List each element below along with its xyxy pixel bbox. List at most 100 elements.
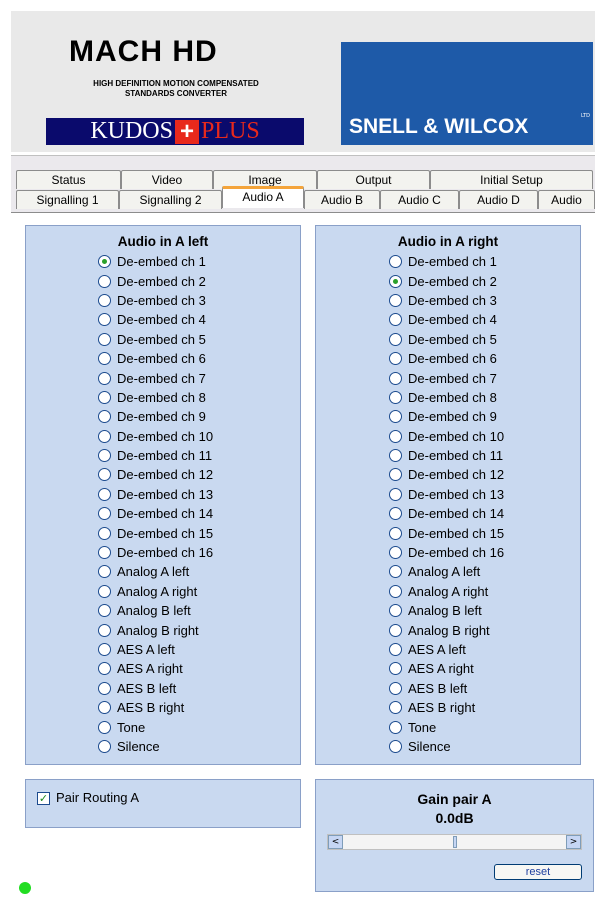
audio-right-option[interactable]: De-embed ch 15 xyxy=(389,523,504,542)
audio-left-option[interactable]: Analog B right xyxy=(98,620,213,639)
radio-button-icon[interactable] xyxy=(98,507,111,521)
audio-left-option[interactable]: Analog B left xyxy=(98,601,213,620)
audio-right-option[interactable]: Analog B left xyxy=(389,601,504,620)
radio-button-icon[interactable] xyxy=(98,526,111,540)
audio-right-option[interactable]: AES A right xyxy=(389,659,504,678)
audio-right-option[interactable]: Analog B right xyxy=(389,620,504,639)
audio-left-option[interactable]: AES B left xyxy=(98,679,213,698)
pair-routing-checkbox[interactable]: ✓ xyxy=(37,792,50,805)
audio-left-option[interactable]: De-embed ch 8 xyxy=(98,388,213,407)
radio-button-icon[interactable] xyxy=(389,739,402,753)
audio-right-option[interactable]: De-embed ch 10 xyxy=(389,427,504,446)
radio-button-icon[interactable] xyxy=(98,701,111,715)
audio-left-option[interactable]: De-embed ch 15 xyxy=(98,523,213,542)
audio-right-option[interactable]: De-embed ch 8 xyxy=(389,388,504,407)
audio-right-option[interactable]: De-embed ch 3 xyxy=(389,291,504,310)
audio-right-option[interactable]: AES B right xyxy=(389,698,504,717)
audio-left-option[interactable]: AES A right xyxy=(98,659,213,678)
slider-left-arrow-icon[interactable]: < xyxy=(328,835,343,849)
radio-button-icon[interactable] xyxy=(389,507,402,521)
audio-right-option[interactable]: De-embed ch 14 xyxy=(389,504,504,523)
radio-button-icon[interactable] xyxy=(98,739,111,753)
radio-button-icon[interactable] xyxy=(98,623,111,637)
radio-button-icon[interactable] xyxy=(389,487,402,501)
audio-right-option[interactable]: Analog A right xyxy=(389,582,504,601)
audio-right-option[interactable]: De-embed ch 7 xyxy=(389,368,504,387)
audio-left-option[interactable]: De-embed ch 6 xyxy=(98,349,213,368)
radio-button-icon[interactable] xyxy=(98,565,111,579)
radio-button-icon[interactable] xyxy=(98,584,111,598)
slider-thumb[interactable] xyxy=(453,836,457,848)
radio-button-icon[interactable] xyxy=(98,720,111,734)
radio-button-icon[interactable] xyxy=(389,662,402,676)
radio-button-icon[interactable] xyxy=(389,429,402,443)
radio-button-icon[interactable] xyxy=(98,332,111,346)
radio-button-icon[interactable] xyxy=(389,681,402,695)
tab-initial-setup[interactable]: Initial Setup xyxy=(430,170,593,189)
radio-button-icon[interactable] xyxy=(389,701,402,715)
radio-button-icon[interactable] xyxy=(98,643,111,656)
audio-right-option[interactable]: De-embed ch 16 xyxy=(389,543,504,562)
radio-button-icon[interactable] xyxy=(389,352,402,366)
audio-right-option[interactable]: De-embed ch 11 xyxy=(389,446,504,465)
audio-left-option[interactable]: AES A left xyxy=(98,640,213,659)
audio-left-option[interactable]: Analog A right xyxy=(98,582,213,601)
audio-right-option[interactable]: De-embed ch 13 xyxy=(389,485,504,504)
radio-button-icon[interactable] xyxy=(98,352,111,366)
radio-button-icon[interactable] xyxy=(98,293,111,307)
audio-left-option[interactable]: De-embed ch 14 xyxy=(98,504,213,523)
audio-right-option[interactable]: De-embed ch 12 xyxy=(389,465,504,484)
audio-left-option[interactable]: De-embed ch 13 xyxy=(98,485,213,504)
radio-button-icon[interactable] xyxy=(98,546,111,560)
radio-button-icon[interactable] xyxy=(98,390,111,404)
radio-button-icon[interactable] xyxy=(98,410,111,424)
radio-button-icon[interactable] xyxy=(389,526,402,540)
audio-left-option[interactable]: De-embed ch 7 xyxy=(98,368,213,387)
radio-button-icon[interactable] xyxy=(389,468,402,482)
radio-button-icon[interactable] xyxy=(98,313,111,327)
radio-button-icon[interactable] xyxy=(389,720,402,734)
radio-button-icon[interactable] xyxy=(389,371,402,385)
audio-left-option[interactable]: De-embed ch 16 xyxy=(98,543,213,562)
audio-left-option[interactable]: De-embed ch 3 xyxy=(98,291,213,310)
radio-button-icon[interactable] xyxy=(389,584,402,598)
audio-right-option[interactable]: AES A left xyxy=(389,640,504,659)
audio-left-option[interactable]: Tone xyxy=(98,717,213,736)
radio-button-icon[interactable] xyxy=(98,468,111,482)
audio-left-option[interactable]: De-embed ch 2 xyxy=(98,271,213,290)
audio-left-option[interactable]: De-embed ch 11 xyxy=(98,446,213,465)
audio-right-option[interactable]: Tone xyxy=(389,717,504,736)
tab-audio-c[interactable]: Audio C xyxy=(380,190,459,209)
gain-slider[interactable]: < > xyxy=(327,834,582,850)
radio-button-icon[interactable] xyxy=(389,390,402,404)
audio-right-option[interactable]: Silence xyxy=(389,737,504,756)
radio-button-icon[interactable] xyxy=(389,293,402,307)
audio-right-option[interactable]: AES B left xyxy=(389,679,504,698)
radio-button-icon[interactable] xyxy=(98,274,111,288)
audio-left-option[interactable]: Silence xyxy=(98,737,213,756)
audio-left-option[interactable]: De-embed ch 10 xyxy=(98,427,213,446)
audio-left-option[interactable]: De-embed ch 9 xyxy=(98,407,213,426)
tab-audio-more[interactable]: Audio xyxy=(538,190,595,209)
radio-button-icon[interactable] xyxy=(98,487,111,501)
audio-left-option[interactable]: De-embed ch 12 xyxy=(98,465,213,484)
radio-button-icon[interactable] xyxy=(98,604,111,618)
audio-left-option[interactable]: Analog A left xyxy=(98,562,213,581)
audio-right-option[interactable]: De-embed ch 2 xyxy=(389,271,504,290)
tab-video[interactable]: Video xyxy=(121,170,213,189)
slider-right-arrow-icon[interactable]: > xyxy=(566,835,581,849)
radio-button-icon[interactable] xyxy=(389,643,402,656)
radio-button-icon[interactable] xyxy=(389,546,402,560)
radio-button-icon[interactable] xyxy=(98,662,111,676)
tab-audio-b[interactable]: Audio B xyxy=(304,190,380,209)
tab-audio-a[interactable]: Audio A xyxy=(222,186,304,208)
radio-button-icon[interactable] xyxy=(389,313,402,327)
radio-button-icon[interactable] xyxy=(98,371,111,385)
audio-right-option[interactable]: De-embed ch 1 xyxy=(389,252,504,271)
audio-right-option[interactable]: Analog A left xyxy=(389,562,504,581)
reset-button[interactable]: reset xyxy=(494,864,582,880)
radio-button-icon[interactable] xyxy=(389,410,402,424)
audio-right-option[interactable]: De-embed ch 4 xyxy=(389,310,504,329)
radio-button-icon[interactable] xyxy=(389,623,402,637)
audio-left-option[interactable]: De-embed ch 4 xyxy=(98,310,213,329)
